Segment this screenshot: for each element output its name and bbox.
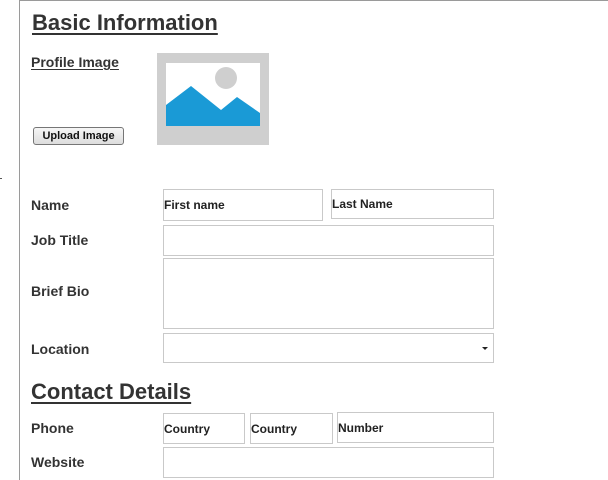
profile-image-label: Profile Image	[31, 54, 119, 70]
upload-image-button[interactable]: Upload Image	[33, 127, 124, 145]
job-title-input[interactable]	[163, 225, 494, 256]
profile-image[interactable]	[157, 53, 269, 145]
location-select[interactable]	[163, 333, 494, 363]
phone-number-input[interactable]	[337, 412, 494, 443]
first-name-input[interactable]	[163, 189, 323, 221]
last-name-input[interactable]	[331, 189, 494, 219]
chevron-down-icon	[482, 347, 488, 350]
phone-country-input-1[interactable]	[163, 413, 245, 444]
left-border	[19, 0, 20, 480]
section-title-contact-details: Contact Details	[31, 379, 192, 404]
phone-country-input-2[interactable]	[250, 413, 333, 444]
name-label: Name	[31, 197, 70, 213]
image-placeholder-icon	[157, 53, 269, 145]
brief-bio-label: Brief Bio	[31, 283, 90, 299]
website-input[interactable]	[163, 447, 494, 478]
location-label: Location	[31, 341, 90, 357]
top-border	[20, 0, 608, 1]
phone-label: Phone	[31, 420, 74, 436]
job-title-label: Job Title	[31, 232, 89, 248]
website-label: Website	[31, 454, 85, 470]
brief-bio-textarea[interactable]	[163, 258, 494, 329]
divider-mark	[0, 178, 2, 179]
section-title-basic-information: Basic Information	[32, 10, 218, 35]
